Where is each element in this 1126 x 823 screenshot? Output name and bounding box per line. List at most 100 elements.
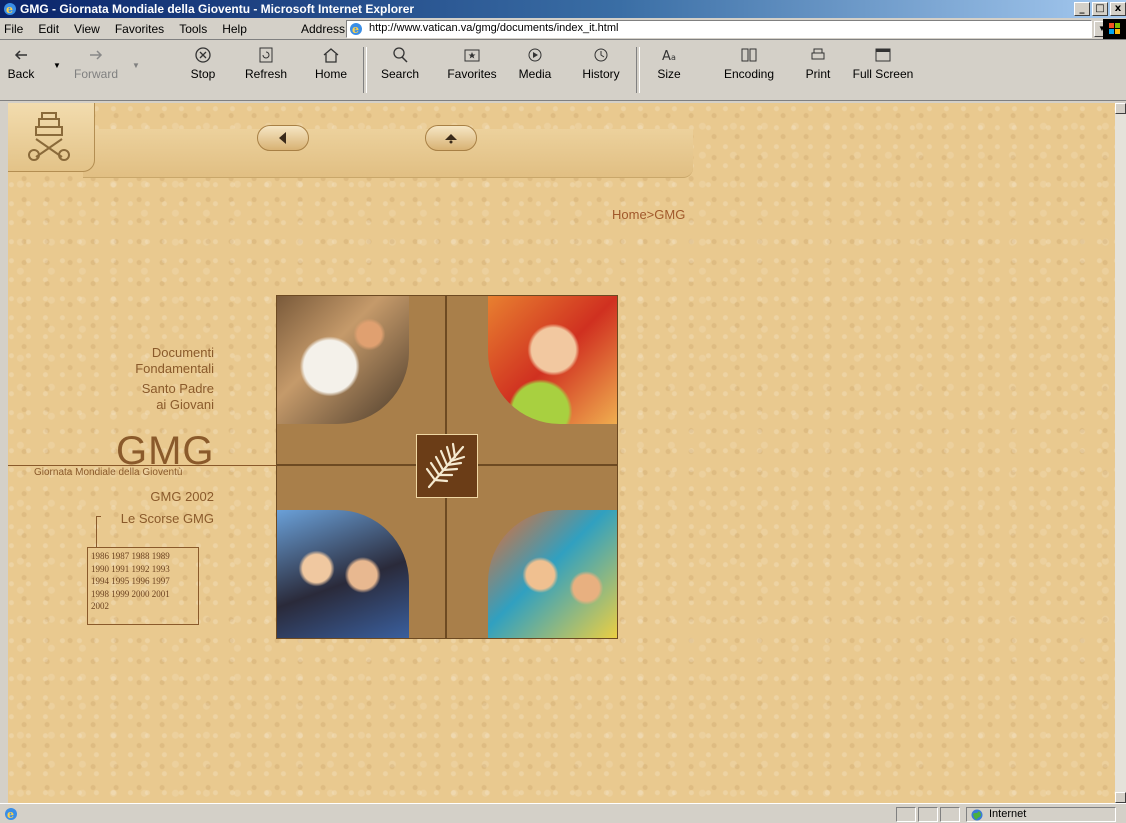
up-arrow-icon xyxy=(445,134,457,144)
svg-text:a: a xyxy=(671,53,676,62)
stop-button[interactable]: Stop xyxy=(186,45,220,81)
title-bar: e GMG - Giornata Mondiale della Gioventu… xyxy=(0,0,1126,18)
history-icon xyxy=(594,48,608,62)
scroll-down-button[interactable] xyxy=(1115,792,1126,803)
print-label: Print xyxy=(805,67,831,81)
header-band xyxy=(83,129,693,178)
printer-icon xyxy=(811,48,825,60)
back-arrow-icon xyxy=(14,50,27,60)
history-label: History xyxy=(582,67,620,81)
minimize-button[interactable]: _ xyxy=(1074,2,1090,16)
bracket-line xyxy=(96,516,97,547)
home-label: Home xyxy=(314,67,347,81)
fullscreen-button[interactable]: Full Screen xyxy=(852,45,914,81)
search-button[interactable]: Search xyxy=(377,45,423,81)
vertical-scrollbar[interactable] xyxy=(1115,103,1126,803)
svg-text:A: A xyxy=(662,49,671,64)
maximize-button[interactable]: □ xyxy=(1092,2,1108,16)
gmg-divider xyxy=(8,465,276,466)
menu-edit[interactable]: Edit xyxy=(38,22,59,36)
window-title: GMG - Giornata Mondiale della Gioventu -… xyxy=(20,2,415,16)
svg-text:e: e xyxy=(6,3,13,16)
years-row[interactable]: 1998 1999 2000 2001 xyxy=(91,588,195,601)
youth-photo-bottom-right xyxy=(488,510,617,638)
refresh-icon xyxy=(259,47,273,63)
menu-address-row: File Edit View Favorites Tools Help Addr… xyxy=(0,18,1126,40)
page-viewport: Home>GMG Documenti Fondamentali Santo Pa… xyxy=(8,103,1115,803)
ie-logo-icon: e xyxy=(4,3,16,16)
years-row[interactable]: 1986 1987 1988 1989 xyxy=(91,550,195,563)
zone-label: Internet xyxy=(989,808,1027,820)
print-button[interactable]: Print xyxy=(803,45,833,81)
menu-documenti-line1: Documenti xyxy=(151,345,214,360)
scroll-up-button[interactable] xyxy=(1115,103,1126,114)
home-icon xyxy=(323,48,339,63)
stop-label: Stop xyxy=(190,67,216,81)
left-arrow-icon xyxy=(279,132,286,144)
back-nav-button[interactable] xyxy=(257,125,309,151)
menu-file[interactable]: File xyxy=(4,22,23,36)
back-button[interactable]: Back xyxy=(4,45,38,81)
menu-favorites[interactable]: Favorites xyxy=(115,22,164,36)
media-label: Media xyxy=(518,67,552,81)
favorites-button[interactable]: Favorites xyxy=(444,45,500,81)
status-message xyxy=(2,807,892,822)
security-zone: Internet xyxy=(966,807,1116,822)
globe-icon xyxy=(971,809,983,821)
status-panel xyxy=(940,807,960,822)
history-button[interactable]: History xyxy=(577,45,625,81)
favorites-label: Favorites xyxy=(447,67,497,81)
windows-flag-icon xyxy=(1109,23,1120,34)
media-button[interactable]: Media xyxy=(514,45,556,81)
fullscreen-label: Full Screen xyxy=(852,67,914,81)
breadcrumb[interactable]: Home>GMG xyxy=(612,207,685,222)
toolbar: Back ▼ Forward ▼ Stop Refresh Home Searc… xyxy=(0,41,1126,101)
refresh-button[interactable]: Refresh xyxy=(242,45,290,81)
fullscreen-icon xyxy=(875,48,891,62)
years-list: 1986 1987 1988 1989 1990 1991 1992 1993 … xyxy=(87,547,199,625)
window-controls: _ □ x xyxy=(1074,2,1126,16)
menu-le-scorse-gmg[interactable]: Le Scorse GMG xyxy=(98,511,214,527)
media-icon xyxy=(528,48,542,62)
status-panel xyxy=(918,807,938,822)
address-label: Address xyxy=(301,22,346,36)
years-row[interactable]: 1990 1991 1992 1993 xyxy=(91,563,195,576)
papal-keys-emblem-icon xyxy=(28,112,70,161)
youth-photo-bottom-left xyxy=(277,510,409,638)
menu-santo-line1: Santo Padre xyxy=(141,381,214,396)
toolbar-separator xyxy=(636,47,640,93)
up-nav-button[interactable] xyxy=(425,125,477,151)
refresh-label: Refresh xyxy=(244,67,288,81)
address-field[interactable]: e http://www.vatican.va/gmg/documents/in… xyxy=(346,20,1092,38)
back-dropdown-icon[interactable]: ▼ xyxy=(53,61,61,70)
palm-leaf-icon xyxy=(425,442,466,489)
forward-button[interactable]: Forward xyxy=(72,45,120,81)
menu-help[interactable]: Help xyxy=(222,22,247,36)
page-icon: e xyxy=(350,23,362,36)
menu-gmg-2002[interactable]: GMG 2002 xyxy=(98,489,214,505)
encoding-label: Encoding xyxy=(723,67,775,81)
forward-dropdown-icon[interactable]: ▼ xyxy=(132,61,140,70)
photo-collage xyxy=(276,295,618,639)
menu-tools[interactable]: Tools xyxy=(179,22,207,36)
vatican-logo[interactable] xyxy=(8,103,95,172)
close-button[interactable]: x xyxy=(1110,2,1126,16)
search-icon xyxy=(393,47,408,63)
years-row[interactable]: 2002 xyxy=(91,600,195,613)
menu-documenti-line2: Fondamentali xyxy=(135,361,214,376)
years-row[interactable]: 1994 1995 1996 1997 xyxy=(91,575,195,588)
size-button[interactable]: Aa Size xyxy=(651,45,687,81)
menu-view[interactable]: View xyxy=(74,22,100,36)
menu-santo-padre[interactable]: Santo Padre ai Giovani xyxy=(98,381,214,413)
status-bar: e Internet xyxy=(0,803,1126,823)
home-button[interactable]: Home xyxy=(312,45,350,81)
encoding-button[interactable]: Encoding xyxy=(722,45,776,81)
menu-bar: File Edit View Favorites Tools Help xyxy=(4,22,247,36)
windows-throbber xyxy=(1103,19,1126,39)
encoding-icon xyxy=(741,48,757,62)
menu-documenti-fondamentali[interactable]: Documenti Fondamentali xyxy=(98,345,214,377)
status-panel xyxy=(896,807,916,822)
back-label: Back xyxy=(7,67,35,81)
palm-branch-emblem[interactable] xyxy=(416,434,478,498)
address-url: http://www.vatican.va/gmg/documents/inde… xyxy=(369,22,619,34)
